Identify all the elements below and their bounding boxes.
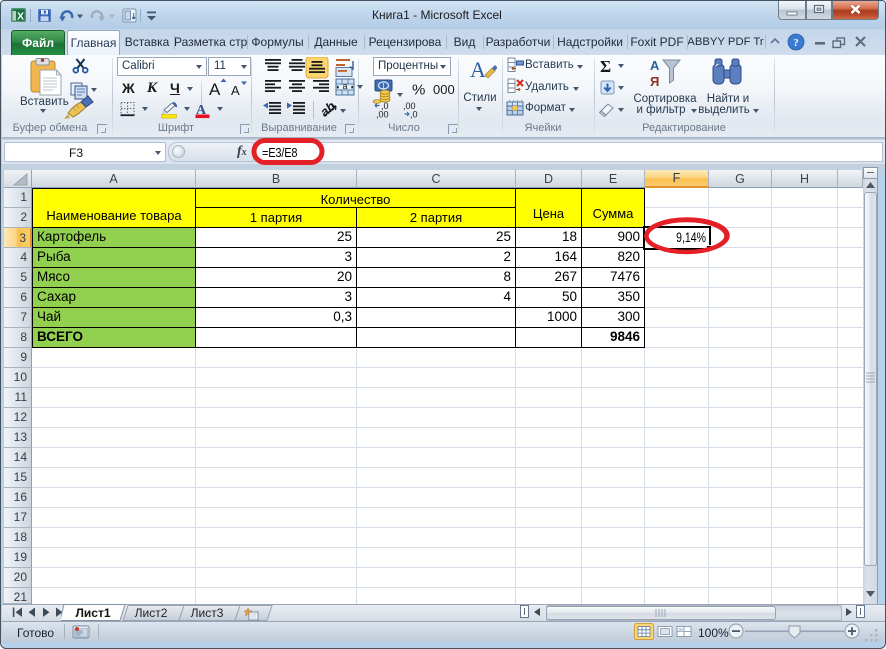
svg-text:Лист1: Лист1 [75, 606, 110, 620]
svg-text:Лист3: Лист3 [191, 606, 224, 620]
svg-text:Лист2: Лист2 [135, 606, 168, 620]
